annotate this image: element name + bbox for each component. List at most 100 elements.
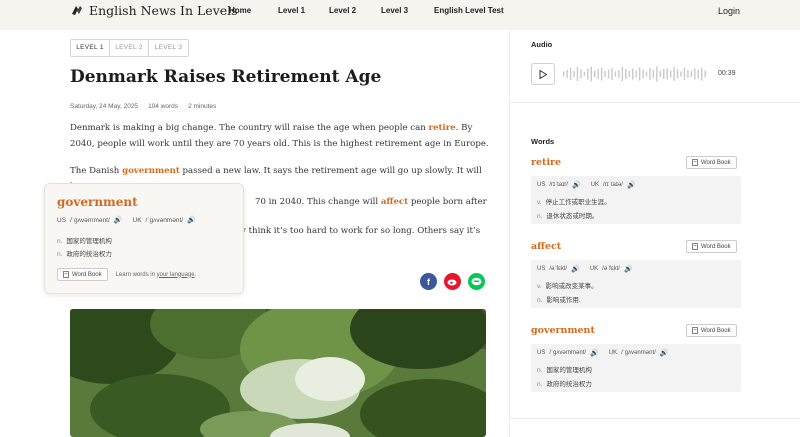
word-pronunciation: US /rɪˈtaɪr/ 🔊 UK /rɪˈtaɪə/ 🔊 [537, 181, 636, 189]
your-language-link[interactable]: your language [157, 272, 195, 278]
divider [510, 418, 800, 419]
article-date: Saturday, 24 May, 2025 [70, 103, 139, 110]
waveform-bar [656, 66, 658, 82]
waveform-bar [607, 69, 610, 79]
waveform-bar [697, 69, 699, 79]
waveform-bar [618, 70, 620, 78]
speaker-icon[interactable]: 🔊 [624, 265, 633, 273]
book-icon [692, 243, 698, 250]
share-buttons: f [420, 273, 485, 290]
sidebar: Audio 00:39 Words retire Word Book US /r… [509, 30, 800, 437]
nav-level-1[interactable]: Level 1 [278, 6, 305, 15]
paragraph-text: The Danish [70, 166, 123, 176]
audio-time: 00:39 [718, 70, 736, 77]
waveform-bar [638, 67, 641, 81]
part-of-speech: n. [537, 367, 543, 374]
word-entry-title: affect [531, 241, 562, 252]
vocab-word-affect[interactable]: affect [381, 197, 408, 207]
waveform-bar [652, 70, 655, 78]
book-icon [692, 327, 698, 334]
waveform-bar [587, 68, 589, 80]
word-pronunciation: US /əˈfɛkt/ 🔊 UK /əˈfɛkt/ 🔊 [537, 265, 633, 273]
us-label: US [537, 266, 546, 272]
us-label: US [537, 182, 546, 188]
learn-prefix: Learn words in [115, 271, 157, 278]
word-definition: n. 政府的统治权力 [537, 378, 592, 388]
popup-word-title: government [57, 195, 138, 209]
word-book-button[interactable]: Word Book [686, 240, 737, 253]
speaker-icon[interactable]: 🔊 [590, 349, 599, 357]
speaker-icon[interactable]: 🔊 [187, 216, 196, 224]
vocab-word-government[interactable]: government [122, 166, 180, 176]
tab-level-1[interactable]: LEVEL 1 [71, 40, 110, 56]
definition-text: 影响或改变某事。 [545, 283, 598, 290]
nav-level-2[interactable]: Level 2 [329, 6, 356, 15]
article-title: Denmark Raises Retirement Age [70, 67, 382, 87]
waveform-bar [683, 68, 686, 80]
speaker-icon[interactable]: 🔊 [627, 181, 636, 189]
vocab-word-retire[interactable]: retire [428, 123, 455, 133]
login-link[interactable]: Login [718, 6, 740, 16]
logo-text: English News In Levels [89, 3, 238, 18]
audio-heading: Audio [531, 40, 553, 49]
word-book-label: Word Book [701, 159, 731, 166]
waveform-bar [680, 71, 682, 77]
popup-footer: Word Book Learn words in your language. [57, 268, 196, 281]
waveform-bar [583, 72, 586, 76]
tab-level-2[interactable]: LEVEL 2 [110, 40, 149, 56]
book-icon [692, 159, 698, 166]
word-definition: n. 国家的管理机构 [537, 364, 592, 374]
word-book-button[interactable]: Word Book [686, 156, 737, 169]
paragraph-3: y think it’s too hard to work for so lon… [241, 224, 501, 240]
speaker-icon[interactable]: 🔊 [572, 181, 581, 189]
word-entry-box: US /əˈfɛkt/ 🔊 UK /əˈfɛkt/ 🔊 v. 影响或改变某事。 n… [531, 260, 741, 308]
nav-english-level-test[interactable]: English Level Test [434, 6, 504, 15]
word-definition: v. 影响或改变某事。 [537, 280, 598, 290]
word-book-label: Word Book [701, 327, 731, 334]
waveform-bar [590, 66, 592, 82]
waveform-bar [573, 71, 575, 77]
waveform-bar [614, 71, 617, 77]
weibo-icon[interactable] [444, 273, 461, 290]
article-word-count: 104 words [148, 103, 179, 110]
waveform-bar [701, 67, 703, 81]
part-of-speech: n. [57, 251, 63, 258]
part-of-speech: n. [57, 238, 63, 245]
logo-icon [72, 6, 82, 15]
part-of-speech: v. [537, 199, 542, 206]
nav-level-3[interactable]: Level 3 [381, 6, 408, 15]
speaker-icon[interactable]: 🔊 [660, 349, 669, 357]
waveform-bar [635, 70, 637, 78]
waveform-bar [642, 69, 644, 79]
audio-waveform[interactable] [563, 66, 708, 82]
waveform-bar [597, 69, 599, 79]
play-button[interactable] [531, 63, 555, 85]
us-phonetic: /ˈɡʌvərnmənt/ [549, 350, 587, 356]
article-photo [70, 309, 486, 437]
waveform-bar [704, 70, 706, 78]
facebook-icon[interactable]: f [420, 273, 437, 290]
word-book-button[interactable]: Word Book [686, 324, 737, 337]
word-definition: n. 影响或作用. [537, 294, 581, 304]
waveform-bar [669, 70, 672, 78]
speaker-icon[interactable]: 🔊 [571, 265, 580, 273]
waveform-bar [625, 69, 627, 79]
waveform-bar [676, 69, 679, 79]
definition-text: 停止工作或职业生涯。 [545, 199, 611, 206]
us-label: US [57, 216, 67, 224]
top-navigation: English News In Levels Home Level 1 Leve… [0, 0, 800, 30]
waveform-bar [628, 71, 630, 77]
waveform-bar [604, 71, 606, 77]
uk-phonetic: /rɪˈtaɪə/ [603, 182, 623, 188]
waveform-bar [566, 70, 568, 78]
line-icon[interactable] [468, 273, 485, 290]
definition-text: 国家的管理机构 [66, 238, 112, 245]
speaker-icon[interactable]: 🔊 [114, 216, 123, 224]
waveform-bar [659, 71, 661, 77]
word-pronunciation: US /ˈɡʌvərnmənt/ 🔊 UK /ˈɡʌvənmənt/ 🔊 [537, 349, 669, 357]
waveform-bar [611, 68, 613, 80]
nav-home[interactable]: Home [229, 6, 251, 15]
tab-level-3[interactable]: LEVEL 3 [149, 40, 188, 56]
site-logo[interactable]: English News In Levels [70, 3, 238, 18]
word-book-button[interactable]: Word Book [57, 268, 108, 281]
